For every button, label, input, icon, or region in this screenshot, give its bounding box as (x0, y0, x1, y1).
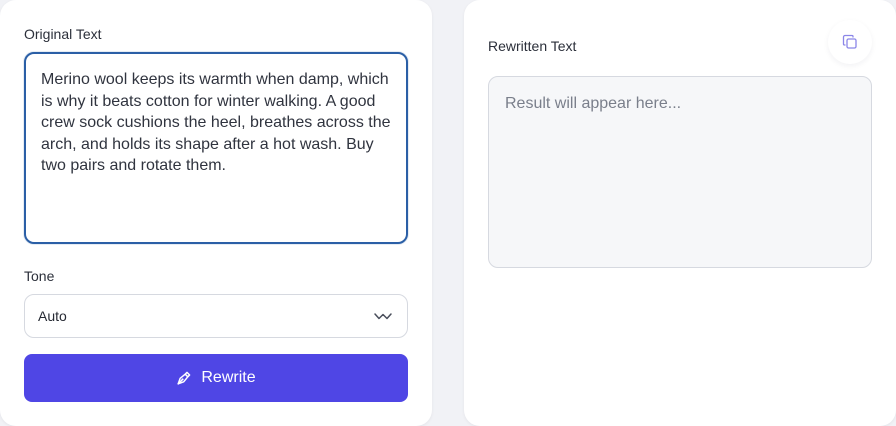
result-output: Result will appear here... (488, 76, 872, 268)
output-panel: Rewritten Text Result will appear here..… (464, 0, 896, 426)
tone-select[interactable]: Auto (24, 294, 408, 338)
pen-tool-icon (177, 371, 191, 385)
rewritten-text-label: Rewritten Text (488, 38, 577, 54)
rewrite-button[interactable]: Rewrite (24, 354, 408, 402)
tone-label: Tone (24, 268, 55, 284)
rewrite-button-label: Rewrite (201, 369, 256, 386)
chevron-down-icon (374, 313, 392, 320)
result-placeholder: Result will appear here... (505, 95, 682, 112)
original-text-label: Original Text (24, 26, 102, 42)
rewriter-app: Original Text Tone Auto Rewrite Rewritte… (0, 0, 896, 426)
copy-icon (842, 34, 857, 49)
original-text-input[interactable] (24, 52, 408, 244)
input-panel: Original Text Tone Auto Rewrite (0, 0, 432, 426)
tone-select-value: Auto (38, 308, 67, 324)
copy-button[interactable] (828, 20, 872, 64)
